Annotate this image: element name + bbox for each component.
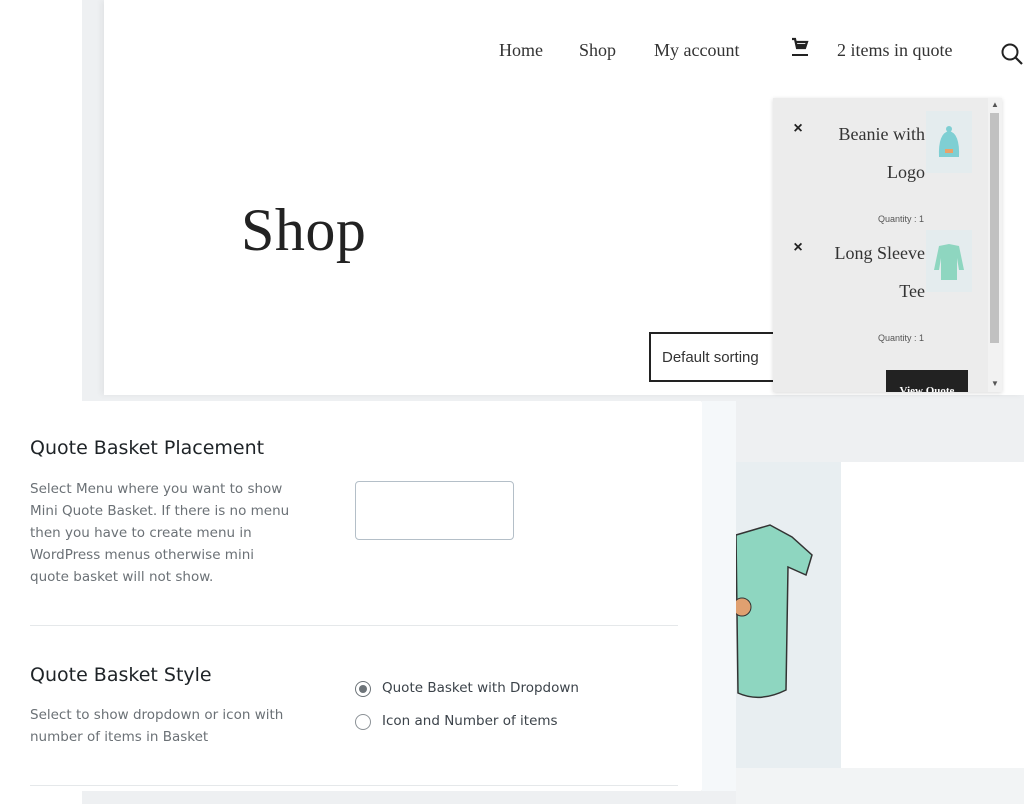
item-name-line: Tee xyxy=(899,281,925,301)
nav-home[interactable]: Home xyxy=(499,40,543,61)
item-quantity: Quantity : 1 xyxy=(878,214,925,224)
item-quantity: Quantity : 1 xyxy=(878,333,925,343)
long-sleeve-thumbnail[interactable] xyxy=(926,230,972,292)
view-quote-button[interactable]: View Quote xyxy=(886,370,968,392)
mini-quote-dropdown: × Beanie with Logo Quantity : 1 × Long S… xyxy=(773,98,1002,392)
sorting-select[interactable]: Default sorting xyxy=(649,332,784,382)
nav-my-account[interactable]: My account xyxy=(654,40,739,61)
page-title: Shop xyxy=(241,197,367,263)
style-title: Quote Basket Style xyxy=(30,664,212,686)
placement-title: Quote Basket Placement xyxy=(30,437,265,459)
divider xyxy=(30,785,678,786)
menu-select[interactable] xyxy=(355,481,514,540)
cart-icon[interactable] xyxy=(790,36,810,58)
white-area xyxy=(841,462,1024,804)
remove-item-button[interactable]: × xyxy=(791,239,805,257)
item-name[interactable]: Long Sleeve Tee xyxy=(825,234,925,310)
radio-label: Quote Basket with Dropdown xyxy=(382,680,579,696)
beanie-thumbnail[interactable] xyxy=(926,111,972,173)
item-name-line: Logo xyxy=(887,162,925,182)
style-description: Select to show dropdown or icon with num… xyxy=(30,707,284,745)
settings-edge xyxy=(702,401,736,791)
scroll-up-arrow-icon[interactable]: ▲ xyxy=(990,100,1000,109)
item-name-line: Long Sleeve xyxy=(834,243,925,263)
nav-shop[interactable]: Shop xyxy=(579,40,616,61)
footer-strip xyxy=(736,768,1024,804)
search-icon[interactable] xyxy=(1000,42,1024,66)
remove-item-button[interactable]: × xyxy=(791,120,805,138)
tshirt-image xyxy=(732,524,813,699)
placement-description: Select Menu where you want to show Mini … xyxy=(30,481,290,585)
item-name[interactable]: Beanie with Logo xyxy=(825,115,925,191)
divider xyxy=(30,625,678,626)
scrollbar-thumb[interactable] xyxy=(990,113,999,343)
scroll-down-arrow-icon[interactable]: ▼ xyxy=(990,379,1000,388)
radio-button[interactable] xyxy=(355,681,371,697)
radio-label: Icon and Number of items xyxy=(382,713,558,729)
item-name-line: Beanie with xyxy=(838,124,925,144)
radio-button[interactable] xyxy=(355,714,371,730)
settings-panel: Quote Basket Placement Select Menu where… xyxy=(15,401,702,791)
quote-count-link[interactable]: 2 items in quote xyxy=(837,40,953,61)
